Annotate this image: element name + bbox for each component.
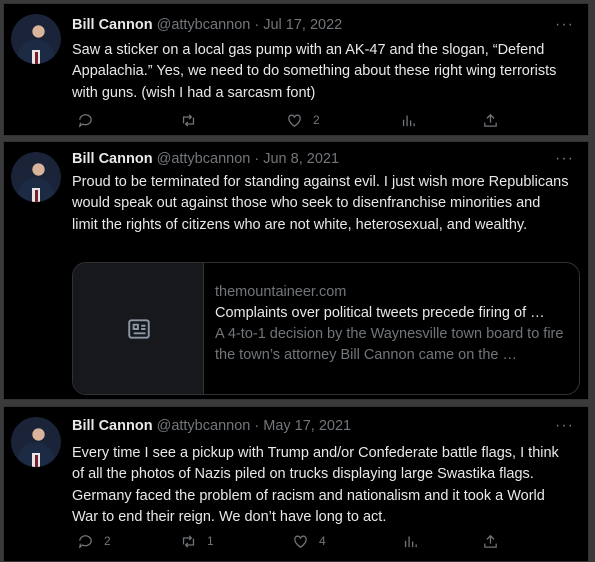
author-handle[interactable]: @attybcannon <box>157 418 251 434</box>
like-count: 4 <box>319 534 326 548</box>
author-name[interactable]: Bill Cannon <box>72 17 153 33</box>
retweet-count: 1 <box>207 534 214 548</box>
more-options-icon[interactable]: ··· <box>555 150 574 168</box>
author-name[interactable]: Bill Cannon <box>72 418 153 434</box>
action-bar: 2 1 4 <box>72 531 574 551</box>
tweet-text: Every time I see a pickup with Trump and… <box>72 445 559 525</box>
separator: · <box>254 418 260 434</box>
like-count: 2 <box>313 113 320 127</box>
reply-button[interactable] <box>77 110 104 130</box>
like-button[interactable]: 4 <box>292 531 326 551</box>
tweet-header: Bill Cannon @attybcannon · Jul 17, 2022 <box>72 17 578 37</box>
card-title: Complaints over political tweets precede… <box>215 305 545 321</box>
tweet-date[interactable]: Jun 8, 2021 <box>263 151 339 167</box>
like-icon <box>288 114 301 127</box>
share-icon <box>484 113 497 127</box>
card-description: A 4-to-1 decision by the Waynesville tow… <box>215 326 564 363</box>
card-thumbnail <box>73 263 204 394</box>
tweet-header: Bill Cannon @attybcannon · May 17, 2021 <box>72 418 578 438</box>
reply-icon <box>78 534 92 549</box>
views-button[interactable] <box>400 110 417 130</box>
reply-button[interactable]: 2 <box>77 531 111 551</box>
avatar[interactable] <box>11 417 61 467</box>
author-name[interactable]: Bill Cannon <box>72 151 153 167</box>
views-button[interactable] <box>402 531 419 551</box>
action-bar: 2 <box>72 110 574 130</box>
retweet-icon <box>182 534 195 548</box>
author-handle[interactable]: @attybcannon <box>157 151 251 167</box>
author-handle[interactable]: @attybcannon <box>157 17 251 33</box>
share-button[interactable] <box>482 531 499 551</box>
share-icon <box>484 534 497 548</box>
retweet-button[interactable]: 1 <box>180 531 214 551</box>
more-options-icon[interactable]: ··· <box>555 417 574 435</box>
avatar[interactable] <box>11 152 61 202</box>
tweet-text: Proud to be terminated for standing agai… <box>72 174 569 233</box>
share-button[interactable] <box>482 110 499 130</box>
reply-count: 2 <box>104 534 111 548</box>
reply-icon <box>78 113 92 128</box>
separator: · <box>254 17 260 33</box>
article-icon <box>128 319 150 339</box>
retweet-button[interactable] <box>180 110 207 130</box>
retweet-icon <box>182 113 195 127</box>
tweet-text: Saw a sticker on a local gas pump with a… <box>72 42 557 101</box>
tweet[interactable]: Bill Cannon @attybcannon · May 17, 2021 … <box>3 406 589 562</box>
more-options-icon[interactable]: ··· <box>555 16 574 34</box>
link-card[interactable]: themountaineer.com Complaints over polit… <box>72 262 580 395</box>
views-icon <box>404 536 417 547</box>
tweet[interactable]: Bill Cannon @attybcannon · Jun 8, 2021 ·… <box>3 141 589 400</box>
tweet-header: Bill Cannon @attybcannon · Jun 8, 2021 <box>72 151 578 171</box>
views-icon <box>402 115 415 126</box>
tweet[interactable]: Bill Cannon @attybcannon · Jul 17, 2022 … <box>3 3 589 136</box>
like-button[interactable]: 2 <box>286 110 320 130</box>
like-icon <box>294 535 307 548</box>
avatar[interactable] <box>11 14 61 64</box>
tweet-date[interactable]: May 17, 2021 <box>263 418 351 434</box>
card-domain: themountaineer.com <box>215 284 347 300</box>
separator: · <box>254 151 260 167</box>
tweet-date[interactable]: Jul 17, 2022 <box>263 17 342 33</box>
